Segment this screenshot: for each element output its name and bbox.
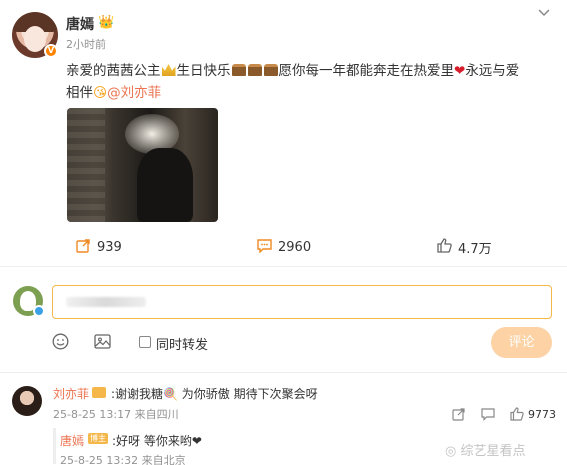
verified-badge-icon: V: [44, 44, 58, 58]
image-icon[interactable]: [94, 333, 111, 354]
reply-meta: 25-8-25 13:32 来自北京: [60, 454, 186, 465]
repost-button[interactable]: 939: [76, 238, 122, 257]
comment-meta: 25-8-25 13:17 来自四川: [53, 408, 179, 421]
post-photo[interactable]: [67, 108, 218, 222]
post-text-3: 愿你每一年都能奔走在热爱里: [278, 63, 455, 79]
reply-text: :好呀 等你来哟❤: [112, 434, 202, 448]
post-text-1: 亲爱的茜茜公主: [66, 63, 161, 79]
mention-link[interactable]: @刘亦菲: [107, 85, 161, 101]
repost-checkbox-label[interactable]: 同时转发: [156, 334, 208, 353]
like-button[interactable]: 4.7万: [437, 238, 492, 257]
divider: [0, 372, 567, 373]
repost-checkbox[interactable]: [139, 336, 151, 348]
divider: [0, 266, 567, 267]
weibo-icon: ◎: [445, 444, 457, 459]
crown-emoji-icon: [161, 64, 176, 76]
reply-author[interactable]: 唐嫣: [60, 432, 84, 449]
comment-button[interactable]: 2960: [257, 238, 311, 257]
comment-icon: [257, 238, 272, 257]
cake-emoji-icon: [263, 64, 278, 76]
comment-count: 2960: [278, 240, 312, 255]
post-time[interactable]: 2小时前: [66, 36, 106, 52]
submit-comment-button[interactable]: 评论: [491, 327, 552, 358]
comment-text: :谢谢我糖🍭 为你骄傲 期待下次聚会呀: [111, 387, 318, 401]
post-body: 亲爱的茜茜公主 生日快乐 愿你每一年都能奔走在热爱里❤永远与爱相伴😘@刘亦菲: [66, 60, 526, 104]
share-icon[interactable]: [452, 407, 466, 425]
watermark: ◎ 综艺星看点: [445, 440, 526, 459]
comment-like-count: 9773: [528, 408, 556, 421]
repost-icon: [76, 238, 91, 257]
kiss-emoji-icon: 😘: [93, 85, 108, 101]
commenter-name[interactable]: 刘亦菲: [53, 385, 89, 402]
like-icon[interactable]: [510, 407, 524, 425]
commenter-avatar[interactable]: [12, 386, 42, 416]
author-badge: 博主: [88, 433, 108, 444]
chevron-down-icon[interactable]: [538, 6, 550, 20]
comment-reply-icon[interactable]: [481, 407, 495, 425]
like-icon: [437, 238, 452, 257]
post-text-2: 生日快乐: [176, 63, 231, 79]
author-name[interactable]: 唐嫣: [66, 14, 94, 34]
verified-badge-icon: [33, 305, 45, 317]
heart-emoji-icon: ❤: [454, 63, 466, 79]
crown-icon: 👑: [98, 15, 115, 30]
watermark-text: 综艺星看点: [460, 444, 526, 459]
repost-count: 939: [97, 240, 122, 255]
input-draft-blur: [66, 297, 146, 307]
cake-emoji-icon: [247, 64, 262, 76]
fan-badge-icon: [92, 387, 106, 398]
like-count: 4.7万: [458, 242, 492, 257]
reply-indent-bar: [53, 428, 56, 464]
cake-emoji-icon: [231, 64, 246, 76]
emoji-icon[interactable]: [52, 333, 69, 354]
